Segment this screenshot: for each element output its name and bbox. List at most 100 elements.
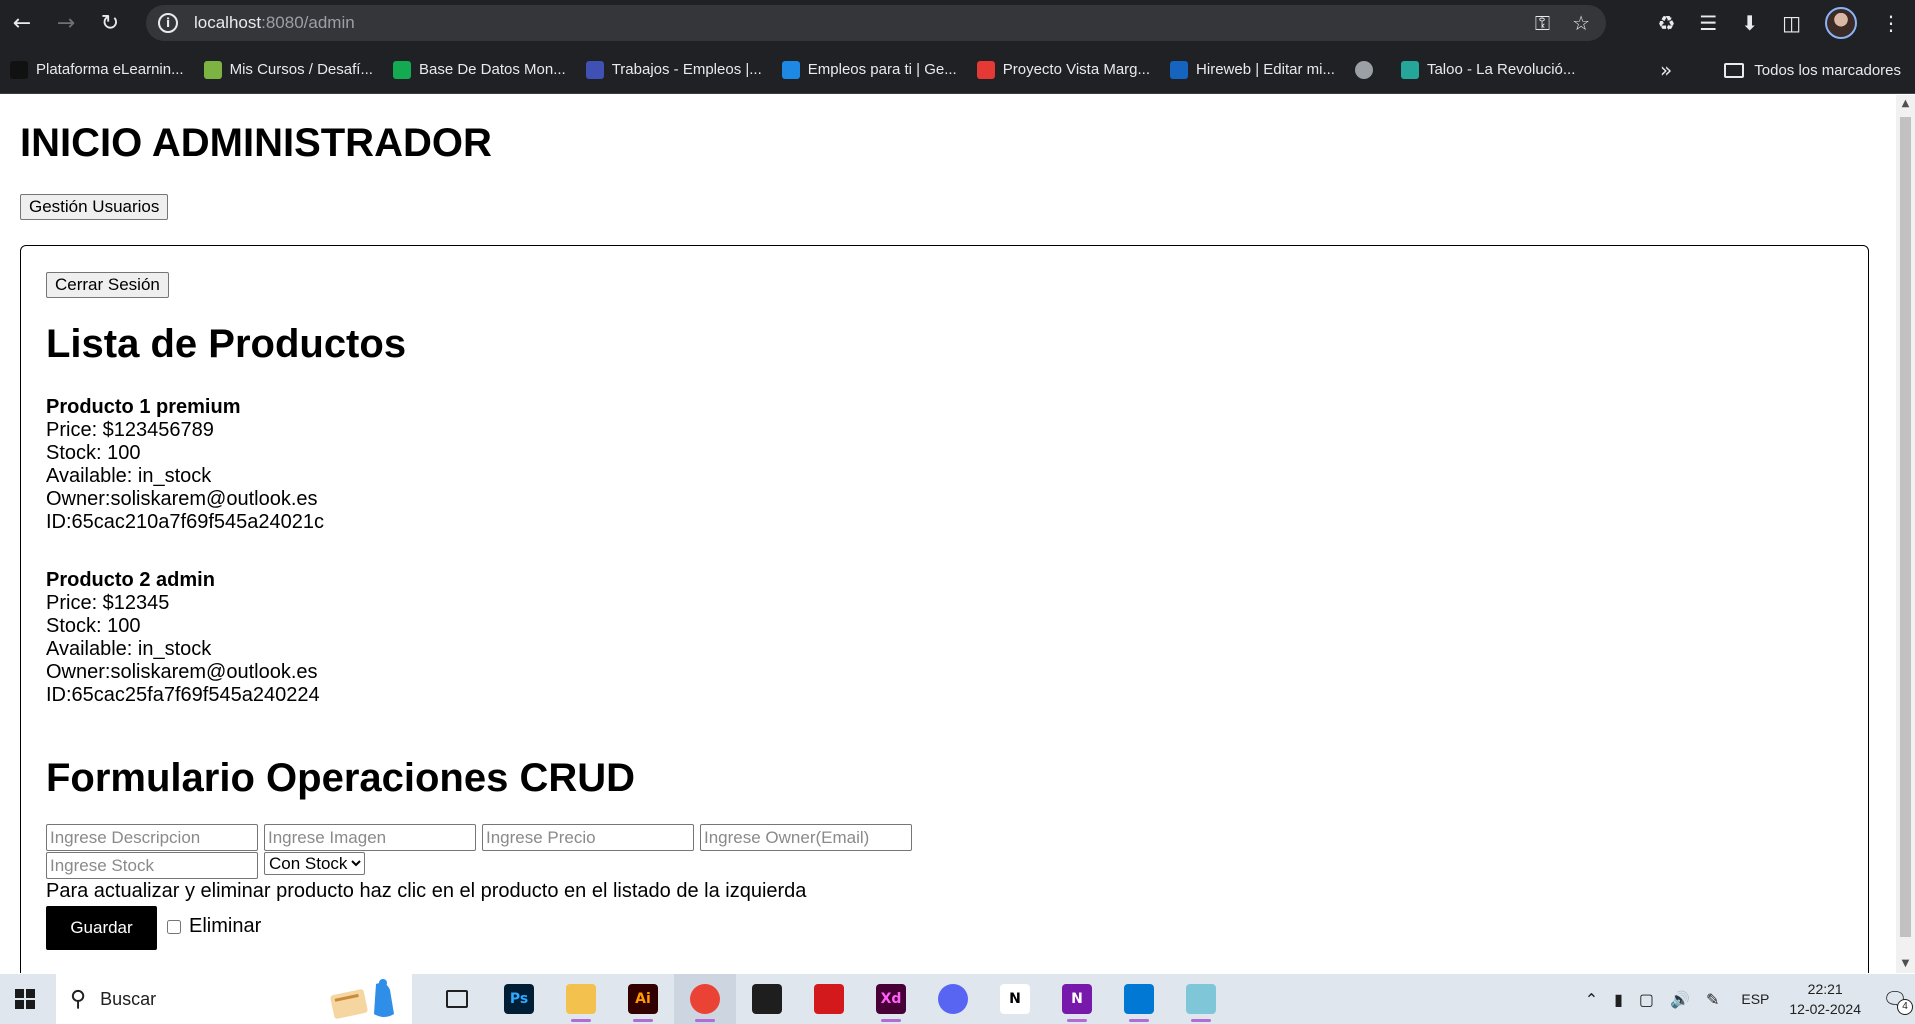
price-input[interactable]	[482, 824, 694, 851]
availability-select[interactable]: Con Stock	[264, 852, 365, 875]
more-bookmarks-chevron-icon[interactable]: »	[1660, 46, 1672, 94]
taskbar-app-task-view[interactable]	[426, 974, 488, 1024]
bookmark-label: Mis Cursos / Desafí...	[229, 61, 373, 78]
hireweb-icon	[1170, 60, 1189, 79]
taskbar-app-xd[interactable]: Xd	[860, 974, 922, 1024]
language-indicator[interactable]: ESP	[1741, 991, 1769, 1007]
product-owner: Owner:soliskarem@outlook.es	[46, 488, 318, 510]
user-management-button[interactable]: Gestión Usuarios	[20, 194, 169, 220]
taskbar-app-notepad[interactable]	[1170, 974, 1232, 1024]
file-explorer-icon	[566, 984, 596, 1014]
bookmark-item[interactable]: Trabajos - Empleos |...	[576, 46, 772, 94]
taskbar-apps: Ps Ai Xd N N	[426, 974, 1232, 1024]
all-bookmarks-folder[interactable]: Todos los marcadores	[1724, 46, 1901, 94]
taskbar-app-acrobat[interactable]	[798, 974, 860, 1024]
pen-icon[interactable]: ✎	[1706, 990, 1719, 1009]
scrollbar-thumb[interactable]	[1900, 117, 1911, 937]
taskbar-search[interactable]: ⚲ Buscar	[56, 974, 412, 1024]
reload-icon[interactable]: ↻	[88, 0, 132, 46]
taskbar-search-label: Buscar	[100, 988, 157, 1009]
clock-date: 12-02-2024	[1789, 1001, 1861, 1017]
taskbar-app-onenote[interactable]: N	[1046, 974, 1108, 1024]
bookmark-star-icon[interactable]: ☆	[1572, 11, 1590, 35]
taskbar-app-notion[interactable]: N	[984, 974, 1046, 1024]
side-panel-icon[interactable]: ◫	[1782, 11, 1801, 35]
bookmark-item[interactable]: Proyecto Vista Marg...	[967, 46, 1160, 94]
windows-logo-icon	[15, 989, 35, 1009]
product-item[interactable]: Producto 1 premium Price: $123456789 Sto…	[46, 396, 324, 534]
bookmark-item[interactable]: Hireweb | Editar mi...	[1160, 46, 1345, 94]
clock[interactable]: 22:21 12-02-2024	[1789, 979, 1861, 1019]
back-arrow-icon[interactable]: ←	[0, 0, 44, 46]
taskbar-app-discord[interactable]	[922, 974, 984, 1024]
taskbar-app-chrome[interactable]	[674, 974, 736, 1024]
address-bar[interactable]: i localhost:8080/admin ⚿ ☆	[146, 5, 1606, 41]
start-button[interactable]	[0, 974, 50, 1024]
profile-avatar[interactable]	[1825, 7, 1857, 39]
delete-checkbox[interactable]	[167, 919, 181, 934]
notification-center[interactable]: 🗨 4	[1875, 987, 1915, 1015]
taskbar-app-illustrator[interactable]: Ai	[612, 974, 674, 1024]
product-price: Price: $123456789	[46, 419, 214, 441]
scroll-down-arrow-icon[interactable]: ▼	[1900, 959, 1911, 969]
bookmark-item[interactable]: Base De Datos Mon...	[383, 46, 576, 94]
logout-button[interactable]: Cerrar Sesión	[46, 272, 169, 298]
browser-toolbar: ← → ↻ i localhost:8080/admin ⚿ ☆ ♻ ☰ ⬇ ◫…	[0, 0, 1915, 46]
delete-toggle[interactable]: Eliminar	[167, 915, 261, 938]
volume-icon[interactable]: 🔊	[1670, 990, 1690, 1009]
courses-icon	[203, 60, 222, 79]
description-input[interactable]	[46, 824, 258, 851]
bookmark-item[interactable]: Empleos para ti | Ge...	[772, 46, 967, 94]
download-icon[interactable]: ⬇	[1741, 11, 1758, 35]
taskbar-app-figma[interactable]	[736, 974, 798, 1024]
network-icon[interactable]: ▢	[1639, 990, 1654, 1009]
bookmark-label: Empleos para ti | Ge...	[807, 61, 957, 78]
bookmark-item[interactable]: Taloo - La Revolució...	[1391, 46, 1585, 94]
image-input[interactable]	[264, 824, 476, 851]
product-stock: Stock: 100	[46, 615, 141, 637]
site-info-icon[interactable]: i	[158, 13, 178, 33]
stock-input[interactable]	[46, 852, 258, 879]
bookmark-label: Trabajos - Empleos |...	[611, 61, 762, 78]
password-key-icon[interactable]: ⚿	[1535, 11, 1550, 35]
bookmark-label: Plataforma eLearnin...	[36, 61, 184, 78]
product-availability: Available: in_stock	[46, 638, 212, 660]
media-queue-icon[interactable]: ☰	[1699, 11, 1717, 35]
forward-arrow-icon[interactable]: →	[44, 0, 88, 46]
scroll-up-arrow-icon[interactable]: ▲	[1900, 99, 1911, 109]
product-availability: Available: in_stock	[46, 465, 212, 487]
system-tray: ⌃ ▮ ▢ 🔊 ✎ ESP 22:21 12-02-2024 🗨 4	[1577, 974, 1915, 1024]
url-host: localhost	[194, 13, 262, 32]
bookmarks-bar: » Todos los marcadores Plataforma eLearn…	[0, 46, 1915, 94]
taskbar-app-photoshop[interactable]: Ps	[488, 974, 550, 1024]
bookmark-item[interactable]	[1345, 46, 1391, 94]
taloo-icon	[1400, 60, 1419, 79]
page-scrollbar[interactable]: ▲ ▼	[1896, 95, 1915, 973]
battery-icon[interactable]: ▮	[1614, 990, 1623, 1009]
extensions-puzzle-icon[interactable]: ♻	[1657, 11, 1675, 35]
crud-hint-text: Para actualizar y eliminar producto haz …	[46, 880, 807, 902]
windows-taskbar: ⚲ Buscar Ps Ai Xd N N ⌃ ▮ ▢ 🔊 ✎ ESP 22:21 12…	[0, 974, 1915, 1024]
taskbar-app-file-explorer[interactable]	[550, 974, 612, 1024]
onenote-icon: N	[1062, 984, 1092, 1014]
product-item[interactable]: Producto 2 admin Price: $12345 Stock: 10…	[46, 569, 324, 707]
owner-email-input[interactable]	[700, 824, 912, 851]
crud-form-row-1	[46, 824, 912, 851]
save-button[interactable]: Guardar	[46, 906, 157, 950]
running-indicator	[1191, 1019, 1211, 1022]
figma-icon	[752, 984, 782, 1014]
tray-overflow-chevron-icon[interactable]: ⌃	[1585, 990, 1598, 1009]
menu-kebab-icon[interactable]: ⋮	[1881, 11, 1901, 35]
taskbar-app-vscode[interactable]	[1108, 974, 1170, 1024]
running-indicator	[1129, 1019, 1149, 1022]
url-text[interactable]: localhost:8080/admin	[194, 13, 355, 33]
bookmark-label: Base De Datos Mon...	[418, 61, 566, 78]
bookmark-item[interactable]: Mis Cursos / Desafí...	[194, 46, 383, 94]
product-name: Producto 2 admin	[46, 569, 215, 591]
vscode-icon	[1124, 984, 1154, 1014]
product-list-heading: Lista de Productos	[46, 322, 407, 366]
discord-icon	[938, 984, 968, 1014]
running-indicator	[571, 1019, 591, 1022]
illustrator-icon: Ai	[628, 984, 658, 1014]
bookmark-item[interactable]: Plataforma eLearnin...	[0, 46, 194, 94]
